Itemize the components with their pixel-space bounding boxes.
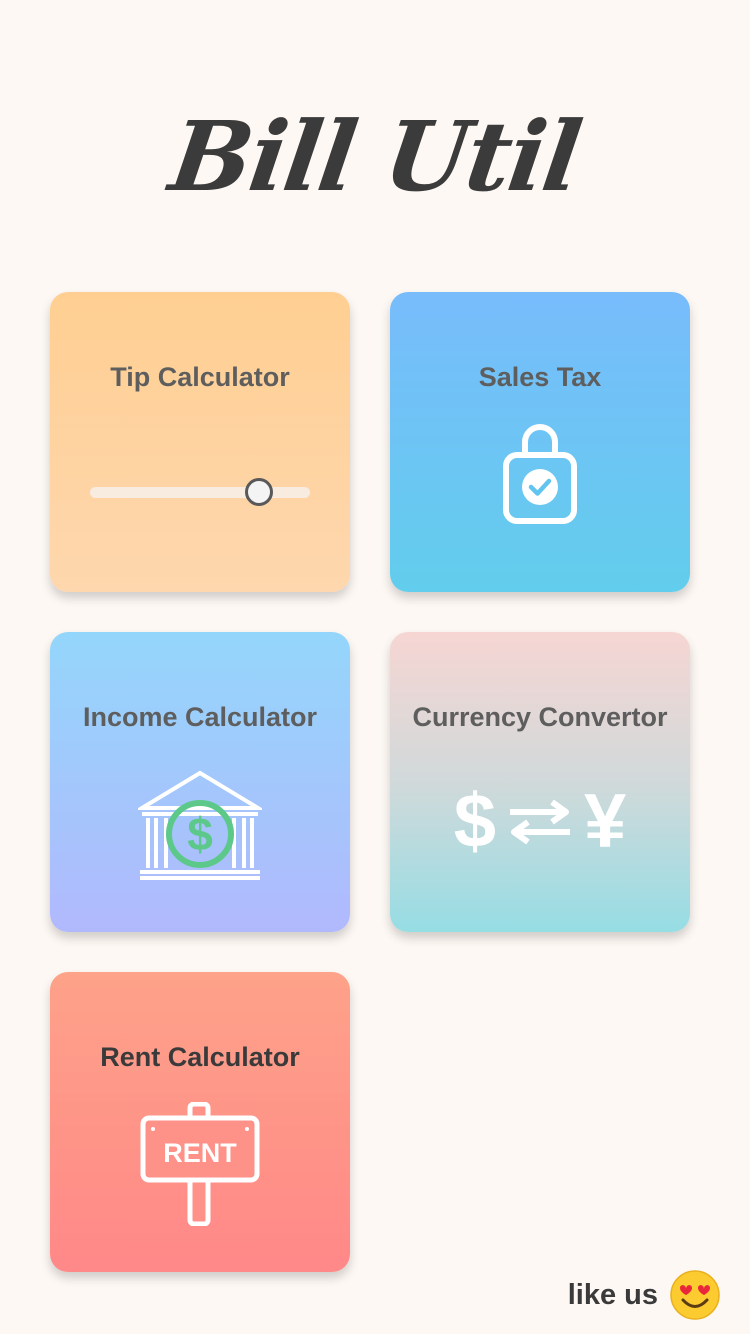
dollar-symbol: $	[453, 779, 496, 864]
sales-tax-card[interactable]: Sales Tax	[390, 292, 690, 592]
tip-calculator-title: Tip Calculator	[110, 362, 290, 392]
shopping-bag-check-icon	[390, 422, 690, 527]
rent-sign-icon: RENT	[50, 1102, 350, 1226]
yen-symbol: ¥	[584, 779, 627, 864]
svg-text:$: $	[187, 808, 213, 860]
tip-slider-track[interactable]	[90, 487, 310, 498]
income-calculator-title: Income Calculator	[82, 702, 318, 732]
rent-calculator-card[interactable]: Rent Calculator RENT	[50, 972, 350, 1272]
like-us-button[interactable]: like us	[568, 1270, 720, 1320]
currency-exchange-icon: $ ¥	[390, 782, 690, 862]
currency-convertor-title: Currency Convertor	[412, 702, 668, 732]
exchange-arrows-icon	[510, 800, 570, 844]
rent-calculator-title: Rent Calculator	[100, 1042, 300, 1072]
heart-eyes-emoji-icon	[670, 1270, 720, 1320]
bank-dollar-icon: $	[50, 770, 350, 882]
app-title: Bill Util	[163, 100, 587, 213]
tip-calculator-card[interactable]: Tip Calculator	[50, 292, 350, 592]
like-us-label: like us	[567, 1278, 658, 1311]
income-calculator-card[interactable]: Income Calculator $	[50, 632, 350, 932]
currency-convertor-card[interactable]: Currency Convertor $ ¥	[390, 632, 690, 932]
rent-sign-text: RENT	[163, 1138, 237, 1168]
tip-slider-thumb[interactable]	[245, 478, 274, 506]
sales-tax-title: Sales Tax	[478, 362, 602, 392]
